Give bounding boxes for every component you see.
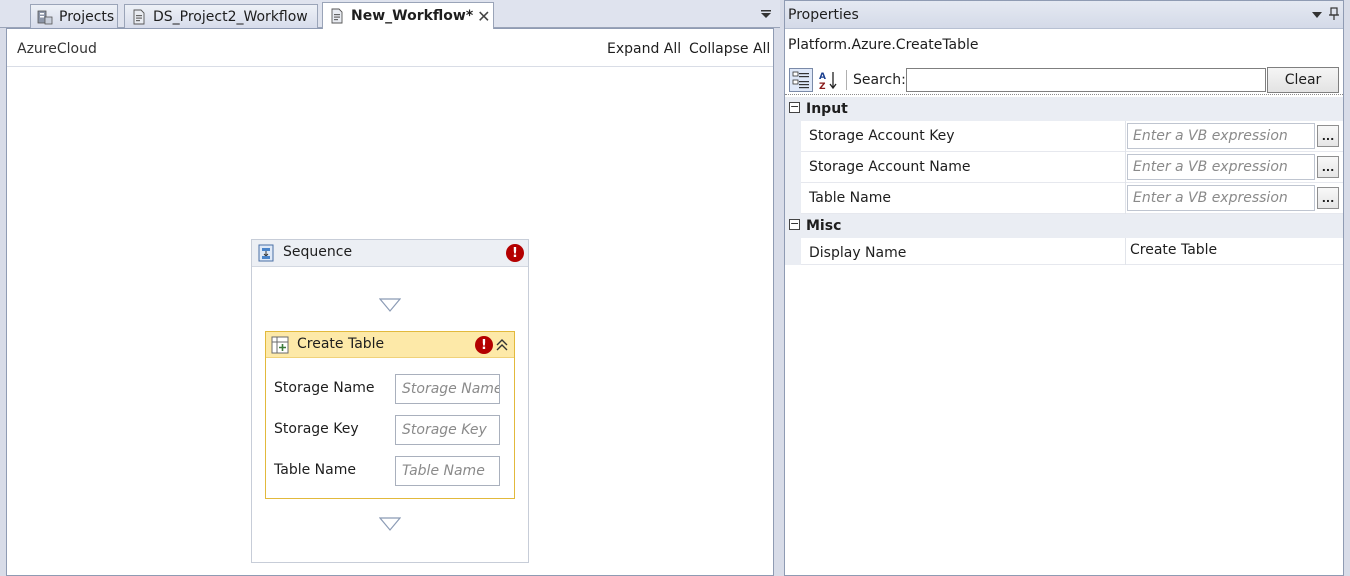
row-gutter — [785, 183, 801, 214]
workflow-file-icon — [329, 8, 345, 24]
designer-pane: Projects DS_Project2_Workflow New_Workfl… — [0, 0, 780, 576]
table-name-row: Table Name Table Name — [274, 456, 508, 486]
collapse-toggle-icon[interactable]: − — [789, 101, 800, 113]
row-gutter — [785, 121, 801, 152]
storage-name-label: Storage Name — [274, 380, 375, 396]
table-name-property-input[interactable]: Enter a VB expression — [1127, 185, 1315, 211]
display-name-value[interactable]: Create Table — [1130, 242, 1217, 258]
column-divider — [1125, 121, 1126, 152]
column-divider — [1125, 238, 1126, 265]
collapse-toggle-icon[interactable]: − — [789, 218, 800, 230]
property-row-table-name[interactable]: Table Name Enter a VB expression ... — [785, 183, 1343, 214]
properties-toolbar: A Z Search: Clear — [785, 65, 1343, 95]
table-name-label: Table Name — [274, 462, 356, 478]
storage-account-name-input[interactable]: Enter a VB expression — [1127, 154, 1315, 180]
create-table-header[interactable]: Create Table ! — [266, 332, 514, 358]
collapse-all-link[interactable]: Collapse All — [689, 41, 770, 57]
create-table-title: Create Table — [297, 336, 385, 352]
create-table-activity[interactable]: Create Table ! Storage Name Storage Name — [265, 331, 515, 499]
property-name: Table Name — [809, 190, 891, 206]
clear-button[interactable]: Clear — [1267, 67, 1339, 93]
expression-editor-button[interactable]: ... — [1317, 156, 1339, 178]
property-name: Display Name — [809, 245, 907, 261]
error-icon: ! — [475, 336, 493, 354]
expression-editor-button[interactable]: ... — [1317, 187, 1339, 209]
storage-name-input[interactable]: Storage Name — [395, 374, 500, 404]
storage-key-label: Storage Key — [274, 421, 359, 437]
column-divider — [1125, 152, 1126, 183]
svg-text:Z: Z — [819, 82, 826, 90]
workflow-file-icon — [131, 9, 147, 25]
category-misc[interactable]: − Misc — [785, 214, 1343, 238]
category-label: Misc — [806, 218, 842, 234]
selected-type-name: Platform.Azure.CreateTable — [788, 37, 979, 53]
categorized-list-icon — [792, 71, 809, 89]
tab-projects[interactable]: Projects — [30, 4, 118, 28]
row-gutter — [785, 152, 801, 183]
table-name-input[interactable]: Table Name — [395, 456, 500, 486]
property-row-storage-account-name[interactable]: Storage Account Name Enter a VB expressi… — [785, 152, 1343, 183]
property-name: Storage Account Name — [809, 159, 971, 175]
tab-new-label: New_Workflow* — [351, 8, 474, 24]
workflow-canvas[interactable]: AzureCloud Expand All Collapse All Seque… — [6, 28, 774, 576]
search-input[interactable] — [906, 68, 1266, 92]
canvas-header: AzureCloud Expand All Collapse All — [7, 29, 773, 67]
storage-key-row: Storage Key Storage Key — [274, 415, 508, 445]
properties-title-bar: Properties — [785, 1, 1343, 29]
category-label: Input — [806, 101, 848, 117]
expression-editor-button[interactable]: ... — [1317, 125, 1339, 147]
storage-account-key-input[interactable]: Enter a VB expression — [1127, 123, 1315, 149]
storage-key-input[interactable]: Storage Key — [395, 415, 500, 445]
pin-icon[interactable] — [1327, 7, 1341, 21]
panel-menu-dropdown-icon[interactable] — [1311, 9, 1323, 21]
property-row-display-name[interactable]: Display Name Create Table — [785, 238, 1343, 265]
property-grid: − Input Storage Account Key Enter a VB e… — [785, 97, 1343, 265]
sequence-activity[interactable]: Sequence ! Create Table ! Storage Name S… — [251, 239, 529, 563]
search-label: Search: — [853, 72, 906, 88]
svg-text:A: A — [819, 72, 826, 82]
table-icon — [271, 336, 289, 354]
document-tab-strip: Projects DS_Project2_Workflow New_Workfl… — [0, 0, 780, 29]
properties-title: Properties — [788, 7, 859, 23]
categorize-button[interactable] — [789, 68, 813, 92]
tab-projects-label: Projects — [59, 8, 115, 25]
app-window: Projects DS_Project2_Workflow New_Workfl… — [0, 0, 1350, 576]
drop-target-arrow-icon[interactable] — [379, 298, 401, 312]
property-row-storage-account-key[interactable]: Storage Account Key Enter a VB expressio… — [785, 121, 1343, 152]
row-gutter — [785, 238, 801, 265]
expand-all-link[interactable]: Expand All — [607, 41, 681, 57]
tab-list-dropdown-icon[interactable] — [758, 6, 774, 22]
collapse-chevron-icon[interactable] — [494, 337, 510, 353]
column-divider — [1125, 183, 1126, 214]
storage-name-row: Storage Name Storage Name — [274, 374, 508, 404]
close-icon[interactable]: ✕ — [477, 7, 490, 26]
tab-ds-label: DS_Project2_Workflow — [153, 8, 308, 25]
properties-panel: Properties Platform.Azure.CreateTable A … — [784, 0, 1344, 576]
sort-az-icon: A Z — [819, 72, 837, 90]
error-icon: ! — [506, 244, 524, 262]
breadcrumb[interactable]: AzureCloud — [17, 41, 97, 57]
drop-target-arrow-icon[interactable] — [379, 517, 401, 531]
projects-icon — [37, 9, 53, 25]
sequence-header[interactable]: Sequence ! — [252, 240, 528, 267]
sequence-icon — [257, 244, 275, 262]
toolbar-separator — [846, 70, 847, 90]
category-input[interactable]: − Input — [785, 97, 1343, 121]
sequence-title: Sequence — [283, 244, 353, 260]
sort-alphabetical-button[interactable]: A Z — [817, 68, 841, 92]
tab-ds-project2-workflow[interactable]: DS_Project2_Workflow — [124, 4, 318, 28]
tab-new-workflow[interactable]: New_Workflow* ✕ — [322, 2, 494, 29]
property-name: Storage Account Key — [809, 128, 955, 144]
